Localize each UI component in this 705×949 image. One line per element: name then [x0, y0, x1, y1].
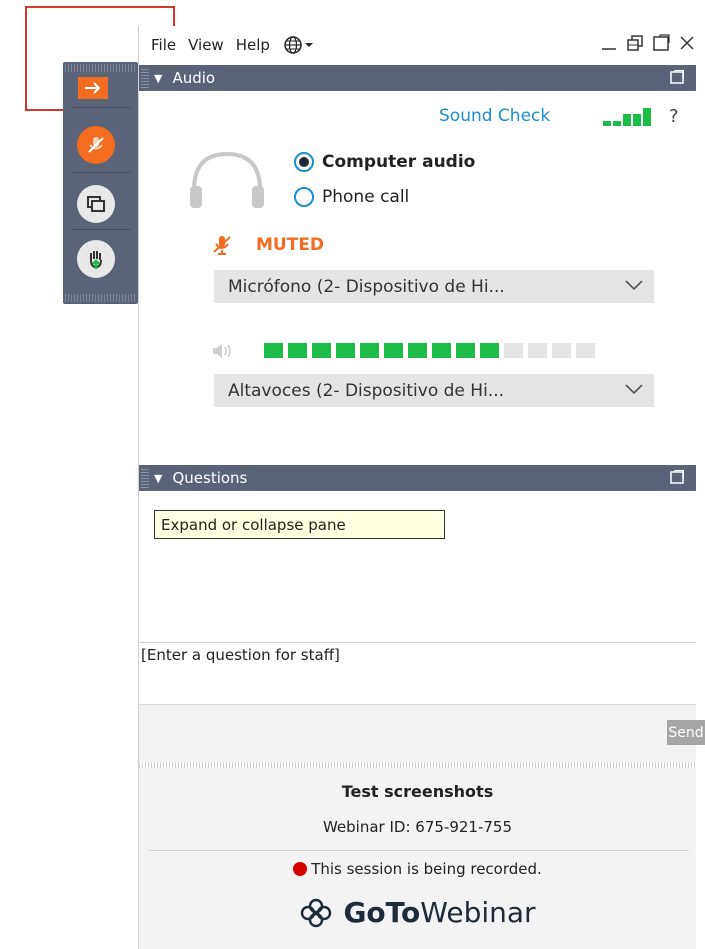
brand-webinar: Webinar [420, 896, 536, 929]
audio-pane-title: Audio [172, 69, 216, 87]
close-icon[interactable] [678, 34, 696, 52]
language-menu[interactable] [284, 36, 314, 54]
level-segment [312, 343, 331, 358]
level-segment [360, 343, 379, 358]
speaker-select-value: Altavoces (2- Dispositivo de Hi... [228, 380, 505, 401]
minimize-icon[interactable] [600, 34, 618, 52]
drag-grip-icon[interactable] [141, 468, 149, 488]
questions-pane-title: Questions [172, 469, 248, 487]
pane-popout-icon[interactable] [670, 70, 684, 84]
tooltip: Expand or collapse pane [154, 510, 445, 539]
level-segment [336, 343, 355, 358]
microphone-select-value: Micrófono (2- Dispositivo de Hi... [228, 276, 505, 297]
webinar-id: Webinar ID: 675-921-755 [322, 818, 513, 836]
collapse-triangle-icon[interactable]: ▼ [154, 72, 162, 85]
webinar-title: Test screenshots [341, 782, 494, 801]
menu-help[interactable]: Help [236, 36, 270, 54]
control-strip [63, 62, 138, 304]
microphone-select[interactable]: Micrófono (2- Dispositivo de Hi... [214, 270, 654, 303]
level-segment [456, 343, 475, 358]
raise-hand-button[interactable] [77, 240, 115, 278]
phone-call-label: Phone call [322, 187, 410, 207]
computer-audio-radio[interactable] [294, 152, 314, 172]
popout-window-icon[interactable] [652, 34, 670, 52]
arrow-right-icon [85, 82, 101, 94]
strip-grip-bottom[interactable] [65, 294, 136, 302]
level-segment [576, 343, 595, 358]
gotowebinar-logo: GoTo Webinar [139, 896, 696, 929]
questions-pane-header[interactable]: ▼ Questions [139, 465, 696, 491]
screen-viewer-button[interactable] [77, 185, 115, 223]
gotowebinar-flower-icon [301, 898, 332, 927]
menu-view[interactable]: View [188, 36, 224, 54]
brand-goto: GoTo [343, 896, 421, 929]
speaker-volume-icon [213, 344, 231, 358]
window-controls [600, 34, 696, 52]
strip-divider [71, 229, 130, 230]
footer-divider [149, 850, 689, 851]
raise-hand-icon [90, 251, 102, 269]
level-segment [432, 343, 451, 358]
headset-icon [190, 151, 264, 208]
chevron-down-icon [625, 280, 643, 291]
pane-popout-icon[interactable] [670, 470, 684, 484]
muted-label: MUTED [256, 235, 325, 255]
strip-grip-top[interactable] [65, 64, 136, 72]
strip-divider [71, 107, 130, 108]
strip-divider [71, 172, 130, 173]
speaker-level-meter [264, 343, 595, 358]
question-input[interactable]: [Enter a question for staff] [139, 642, 696, 664]
level-segment [552, 343, 571, 358]
globe-icon [284, 36, 313, 54]
speaker-select[interactable]: Altavoces (2- Dispositivo de Hi... [214, 374, 654, 407]
level-segment [264, 343, 283, 358]
level-segment [504, 343, 523, 358]
level-segment [480, 343, 499, 358]
audio-pane-header[interactable]: ▼ Audio [139, 65, 696, 91]
level-segment [288, 343, 307, 358]
microphone-muted-icon [213, 236, 231, 255]
collapse-triangle-icon[interactable]: ▼ [154, 472, 162, 485]
collapse-panel-button[interactable] [78, 77, 108, 99]
drag-grip-icon[interactable] [141, 68, 149, 88]
level-segment [528, 343, 547, 358]
signal-strength-icon [603, 108, 651, 126]
mute-status: MUTED [212, 234, 324, 256]
mute-toggle-button[interactable] [77, 126, 115, 164]
chevron-down-icon [625, 384, 643, 395]
level-segment [384, 343, 403, 358]
session-footer: Test screenshots Webinar ID: 675-921-755… [139, 768, 696, 949]
recording-notice-text: This session is being recorded. [311, 860, 542, 878]
level-segment [408, 343, 427, 358]
screen-windows-icon [87, 196, 105, 212]
computer-audio-label: Computer audio [322, 152, 476, 172]
control-panel: File View Help ▼ Audio Sound Check ? Com… [138, 26, 705, 949]
audio-help-button[interactable]: ? [669, 106, 679, 127]
recording-notice: This session is being recorded. [139, 860, 696, 878]
send-bar [139, 704, 696, 762]
restore-icon[interactable] [626, 34, 644, 52]
menu-file[interactable]: File [151, 36, 176, 54]
computer-audio-option[interactable]: Computer audio [294, 152, 475, 172]
recording-dot-icon [293, 862, 308, 876]
send-button[interactable]: Send [667, 720, 705, 745]
sound-check-link[interactable]: Sound Check [439, 106, 550, 126]
menu-bar: File View Help [139, 26, 705, 64]
phone-call-option[interactable]: Phone call [294, 187, 409, 207]
phone-call-radio[interactable] [294, 187, 314, 207]
microphone-muted-icon [88, 137, 104, 153]
